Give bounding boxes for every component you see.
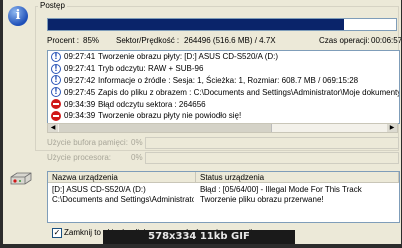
close-dialog-checkbox[interactable]: ✓ <box>52 228 62 238</box>
scroll-left-icon[interactable]: ◀ <box>48 124 58 132</box>
log-time: 09:27:42 <box>64 75 96 85</box>
scroll-right-icon[interactable]: ▶ <box>387 124 397 132</box>
log-horizontal-scrollbar[interactable]: ◀ ▶ <box>47 123 398 133</box>
log-time: 09:27:41 <box>64 52 96 62</box>
progress-group-label: Postęp <box>38 1 67 10</box>
log-message: Informacje o źródle : Sesja: 1, Ścieżka:… <box>98 75 359 85</box>
log-entry[interactable]: 09:27:45Zapis do pliku z obrazem : C:\Do… <box>48 86 399 98</box>
image-caption: 578x334 11kb GIF <box>103 230 295 244</box>
log-message: Tryb odczytu: RAW + SUB-96 <box>98 64 204 74</box>
info-icon <box>51 87 61 98</box>
info-icon <box>51 63 61 74</box>
log-entry[interactable]: 09:27:42Informacje o źródle : Sesja: 1, … <box>48 75 399 87</box>
log-time: 09:27:45 <box>64 87 96 97</box>
operation-time-value: 00:06:57 <box>371 36 401 45</box>
log-message: Błąd odczytu sektora : 264656 <box>98 99 206 109</box>
log-message: Tworzenie obrazu płyty nie powiodło się! <box>98 111 242 121</box>
log-message: Zapis do pliku z obrazem : C:\Documents … <box>98 87 400 97</box>
error-icon <box>51 99 61 110</box>
log-entry[interactable]: 09:27:41Tryb odczytu: RAW + SUB-96 <box>48 63 399 75</box>
sector-speed-label: Sektor/Prędkość : <box>116 36 180 45</box>
log-entry[interactable]: 09:27:41Tworzenie obrazu płyty: [D:] ASU… <box>48 51 399 63</box>
buffer-usage-value: 0% <box>131 138 143 147</box>
log-time: 09:34:39 <box>64 99 96 109</box>
buffer-usage-label: Użycie bufora pamięci: <box>47 138 128 147</box>
log-entry[interactable]: 09:34:39 Błąd odczytu sektora : 264656 <box>48 98 399 110</box>
operation-time-label: Czas operacji: <box>319 36 370 45</box>
cpu-usage-value: 0% <box>131 153 143 162</box>
buffer-usage-bar <box>145 137 399 149</box>
table-row-name[interactable]: [D:] ASUS CD-S520/A (D:) <box>52 185 194 194</box>
cpu-usage-label: Użycie procesora: <box>47 153 112 162</box>
info-icon <box>51 75 61 86</box>
cd-drive-icon <box>10 172 32 185</box>
operation-log[interactable]: 09:27:41Tworzenie obrazu płyty: [D:] ASU… <box>47 50 400 124</box>
column-header-device-status[interactable]: Status urządzenia <box>196 172 399 183</box>
table-row-status[interactable]: Błąd : [05/64/00] - Illegal Mode For Thi… <box>200 185 398 194</box>
table-row-status[interactable]: Tworzenie pliku obrazu przerwane! <box>200 195 398 204</box>
procent-label: Procent : <box>47 36 80 45</box>
log-entry[interactable]: 09:34:39 Tworzenie obrazu płyty nie powio… <box>48 110 399 122</box>
progress-bar-fill <box>48 19 344 30</box>
table-row-name[interactable]: C:\Documents and Settings\Administrator\… <box>52 195 194 204</box>
info-icon: i <box>8 6 28 26</box>
log-message: Tworzenie obrazu płyty: [D:] ASUS CD-S52… <box>98 52 279 62</box>
scrollbar-thumb[interactable] <box>59 124 272 132</box>
sector-speed-value: 264496 (516.6 MB) / 4.7X <box>184 36 276 45</box>
burning-dialog: i Postęp Procent : 85% Sektor/Prędkość :… <box>3 0 401 244</box>
devices-table[interactable]: Nazwa urządzenia Status urządzenia [D:] … <box>47 171 400 223</box>
procent-value: 85% <box>83 36 100 45</box>
log-time: 09:34:39 <box>64 111 96 121</box>
progress-bar <box>47 18 397 31</box>
error-icon <box>51 110 61 121</box>
cpu-usage-bar <box>145 152 399 164</box>
info-icon <box>51 51 61 62</box>
column-header-device-name[interactable]: Nazwa urządzenia <box>48 172 196 183</box>
log-time: 09:27:41 <box>64 64 96 74</box>
